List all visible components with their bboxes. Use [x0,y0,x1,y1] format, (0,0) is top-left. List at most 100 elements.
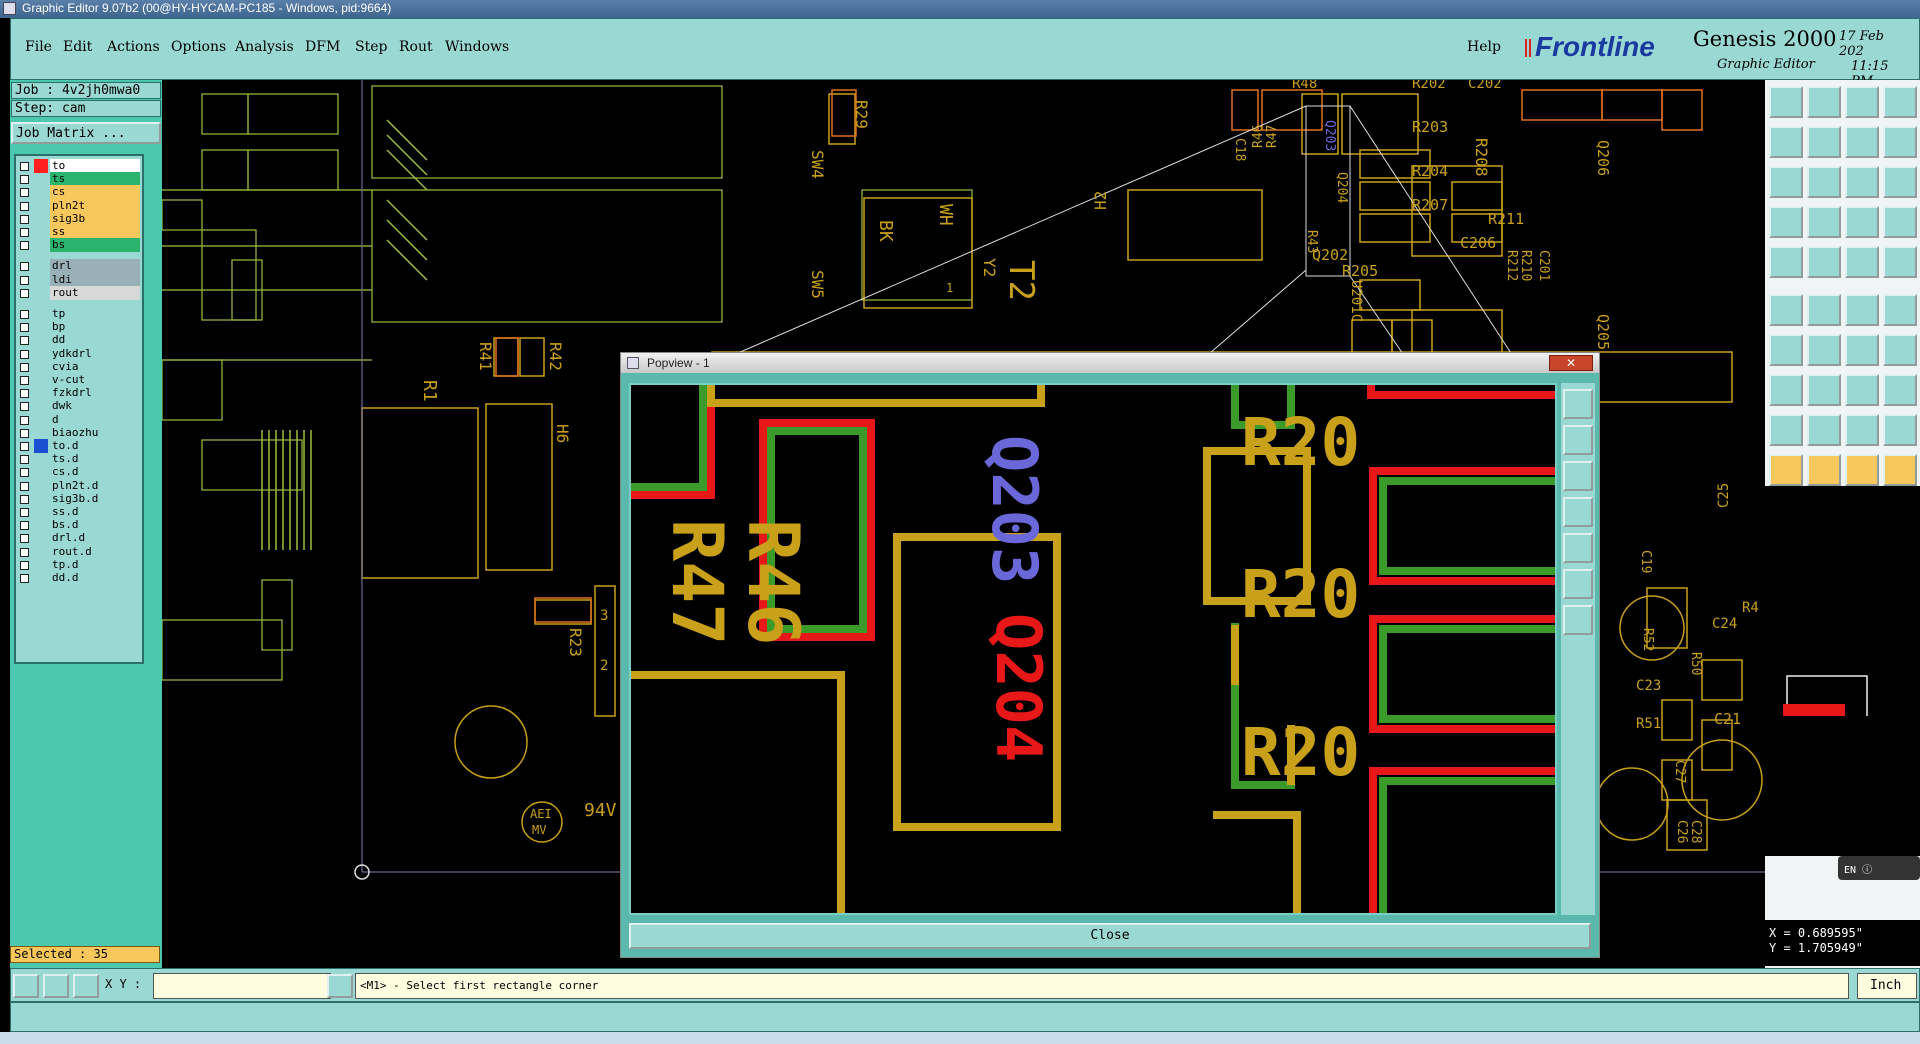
page-icon[interactable] [1563,461,1593,491]
cross-icon[interactable] [1883,246,1917,278]
select-tool-icon[interactable] [13,974,39,998]
layer-checkbox[interactable] [20,481,29,491]
layer-checkbox[interactable] [20,574,29,583]
menu-actions[interactable]: Actions [107,39,160,55]
input-language-indicator[interactable]: EN ⓘ [1838,856,1920,880]
move-right-icon[interactable] [1807,126,1841,158]
arc-icon[interactable] [1883,294,1917,326]
layer-checkbox[interactable] [20,468,29,478]
slash-icon[interactable] [1807,334,1841,366]
layer-name[interactable]: bs [50,238,140,253]
fit-icon[interactable] [1563,569,1593,599]
page-icon[interactable] [1563,533,1593,563]
layer-checkbox[interactable] [20,508,29,517]
pointer-icon[interactable] [1883,454,1917,486]
net-icon[interactable] [1845,206,1879,238]
close-button[interactable]: Close [629,923,1591,949]
zoom-out-icon[interactable] [1563,425,1593,455]
home-icon[interactable] [1845,86,1879,118]
layer-down-icon[interactable] [1807,86,1841,118]
menu-options[interactable]: Options [171,39,226,55]
layer-checkbox[interactable] [20,201,29,211]
popview-canvas[interactable]: R46 R47 Q203 Q204 R20 R20 R20 [629,383,1557,915]
zoom-in-icon[interactable] [1563,389,1593,419]
pointer-icon[interactable] [1769,454,1803,486]
triangle-icon[interactable] [1769,414,1803,446]
layer-row[interactable]: bs [16,237,142,253]
group-icon[interactable] [1883,374,1917,406]
layer-checkbox[interactable] [20,275,29,285]
zoom-icon[interactable] [1845,454,1879,486]
layer-name[interactable]: dd.d [50,571,140,585]
page-icon[interactable] [1563,497,1593,527]
layer-checkbox[interactable] [20,376,29,385]
grid-icon[interactable] [73,974,99,998]
layer-checkbox[interactable] [20,521,29,531]
layer-row[interactable]: dd.d [16,570,142,586]
close-icon[interactable] [1883,126,1917,158]
width-icon[interactable] [1807,374,1841,406]
popview-titlebar[interactable]: Popview - 1 ✕ [621,353,1599,373]
layer-color-swatch[interactable] [34,571,48,585]
menu-step[interactable]: Step [355,39,387,55]
menu-help[interactable]: Help [1467,39,1501,55]
close-icon[interactable]: ✕ [1549,355,1593,371]
grid-icon[interactable] [1807,206,1841,238]
pad-icon[interactable] [1769,374,1803,406]
layer-name[interactable]: rout [50,285,140,300]
layer-checkbox[interactable] [20,228,29,237]
layer-color-swatch[interactable] [34,238,48,252]
layer-checkbox[interactable] [20,262,29,272]
snap-icon[interactable] [1769,206,1803,238]
pointer-icon[interactable] [1807,454,1841,486]
layer-checkbox[interactable] [20,442,29,451]
node-icon[interactable] [1769,294,1803,326]
move-left-icon[interactable] [1769,126,1803,158]
measure-tool-icon[interactable] [43,974,69,998]
layer-checkbox[interactable] [20,323,29,333]
layer-checkbox[interactable] [20,175,29,185]
menu-dfm[interactable]: DFM [305,39,340,55]
measure-icon[interactable] [1845,374,1879,406]
info-icon[interactable] [327,974,353,998]
menu-analysis[interactable]: Analysis [235,39,294,55]
fit-icon[interactable] [1769,166,1803,198]
unit-selector[interactable]: Inch [1857,973,1917,999]
layer-checkbox[interactable] [20,455,29,465]
layer-checkbox[interactable] [20,214,29,224]
query-icon[interactable] [1883,166,1917,198]
line-icon[interactable] [1845,246,1879,278]
pan-icon[interactable] [1563,605,1593,635]
layer-checkbox[interactable] [20,415,29,425]
layer-checkbox[interactable] [20,362,29,372]
layers-icon[interactable] [1883,206,1917,238]
angle-icon[interactable] [1769,334,1803,366]
layer-row[interactable]: rout [16,285,142,301]
layer-checkbox[interactable] [20,349,29,359]
shape-icon[interactable] [1807,246,1841,278]
layer-color-swatch[interactable] [34,286,48,300]
layer-checkbox[interactable] [20,560,29,570]
layer-checkbox[interactable] [20,534,29,544]
triangle-icon[interactable] [1845,414,1879,446]
layer-checkbox[interactable] [20,288,29,298]
layer-checkbox[interactable] [20,336,29,346]
menu-windows[interactable]: Windows [445,39,509,55]
next-icon[interactable] [1845,126,1879,158]
scale-icon[interactable] [1845,166,1879,198]
menu-file[interactable]: File [25,39,52,55]
layer-checkbox[interactable] [20,428,29,438]
layer-checkbox[interactable] [20,494,29,504]
triangle-icon[interactable] [1807,414,1841,446]
layer-checkbox[interactable] [20,547,29,557]
pan-icon[interactable] [1807,166,1841,198]
layer-checkbox[interactable] [20,188,29,198]
layer-checkbox[interactable] [20,402,29,412]
layer-checkbox[interactable] [20,241,29,251]
link-icon[interactable] [1845,294,1879,326]
edit-icon[interactable] [1883,334,1917,366]
cross-icon[interactable] [1807,294,1841,326]
layer-checkbox[interactable] [20,389,29,399]
job-matrix-button[interactable]: Job Matrix ... [11,122,161,144]
menu-rout[interactable]: Rout [399,39,433,55]
